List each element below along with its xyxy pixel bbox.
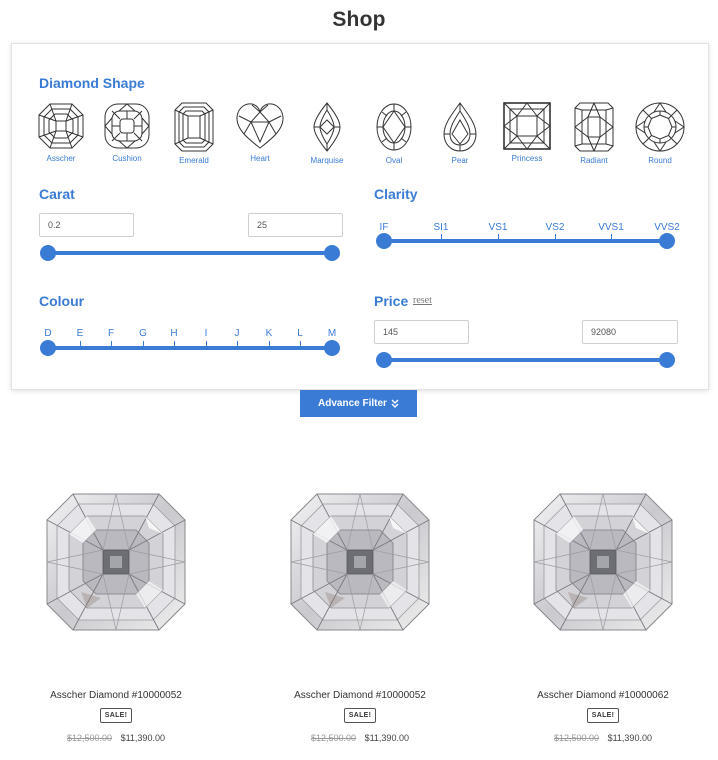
price-max-input[interactable] <box>582 320 678 344</box>
shape-oval[interactable]: Oval <box>364 102 424 165</box>
product-name[interactable]: Asscher Diamond #10000062 <box>513 690 693 701</box>
marquise-shape-icon <box>313 102 341 152</box>
clarity-grade-label: VS1 <box>488 222 508 233</box>
princess-shape-icon <box>503 102 551 150</box>
shape-label: Radiant <box>580 156 608 165</box>
sale-price: $11,390.00 <box>607 733 652 743</box>
price-title: Price <box>374 293 409 309</box>
asscher-shape-icon <box>38 103 84 149</box>
product-card[interactable]: Asscher Diamond #10000052 SALE! $12,500.… <box>270 488 450 743</box>
original-price: $12,500.00 <box>554 733 600 743</box>
shape-heart[interactable]: Heart <box>230 102 290 163</box>
original-price: $12,500.00 <box>311 733 357 743</box>
price-min-input[interactable] <box>374 320 469 344</box>
product-card[interactable]: Asscher Diamond #10000052 SALE! $12,500.… <box>26 488 206 743</box>
shape-label: Asscher <box>46 154 76 163</box>
round-shape-icon <box>635 102 685 152</box>
heart-shape-icon <box>236 103 284 149</box>
product-price: $12,500.00 $11,390.00 <box>270 733 450 743</box>
shape-label: Round <box>648 156 672 165</box>
shape-radiant[interactable]: Radiant <box>564 102 624 165</box>
radiant-shape-icon <box>574 102 614 152</box>
product-name[interactable]: Asscher Diamond #10000052 <box>26 690 206 701</box>
cushion-shape-icon <box>104 103 150 149</box>
clarity-title: Clarity <box>374 186 418 202</box>
shape-pear[interactable]: Pear <box>430 102 490 165</box>
price-slider-track[interactable] <box>384 358 668 362</box>
product-price: $12,500.00 $11,390.00 <box>26 733 206 743</box>
sale-badge: SALE! <box>99 708 133 723</box>
carat-slider-track[interactable] <box>48 251 334 255</box>
emerald-shape-icon <box>174 102 214 152</box>
carat-min-handle[interactable] <box>40 245 56 261</box>
price-reset-link[interactable]: reset <box>413 295 432 306</box>
colour-title: Colour <box>39 293 85 309</box>
advance-filter-label: Advance Filter <box>318 398 387 409</box>
clarity-min-handle[interactable] <box>376 233 392 249</box>
sale-badge: SALE! <box>343 708 377 723</box>
product-name[interactable]: Asscher Diamond #10000052 <box>270 690 450 701</box>
clarity-grade-label: VS2 <box>545 222 565 233</box>
sale-price: $11,390.00 <box>364 733 409 743</box>
clarity-slider-track[interactable] <box>384 239 668 243</box>
clarity-max-handle[interactable] <box>659 233 675 249</box>
shape-label: Princess <box>511 154 543 163</box>
shape-marquise[interactable]: Marquise <box>297 102 357 165</box>
price-max-handle[interactable] <box>659 352 675 368</box>
shape-label: Emerald <box>179 156 209 165</box>
shape-label: Cushion <box>112 154 142 163</box>
original-price: $12,500.00 <box>67 733 113 743</box>
shape-princess[interactable]: Princess <box>497 102 557 163</box>
colour-slider-track[interactable] <box>48 346 334 350</box>
product-card[interactable]: Asscher Diamond #10000062 SALE! $12,500.… <box>513 488 693 743</box>
advance-filter-button[interactable]: Advance Filter <box>300 390 417 417</box>
pear-shape-icon <box>443 102 477 152</box>
product-price: $12,500.00 $11,390.00 <box>513 733 693 743</box>
clarity-grade-label: IF <box>379 222 389 233</box>
colour-grade-label: M <box>327 328 337 339</box>
diamond-image[interactable] <box>528 488 678 636</box>
clarity-grade-label: VVS1 <box>598 222 624 233</box>
filter-panel: Diamond Shape Asscher Cushion Emerald He… <box>11 43 709 390</box>
sale-badge: SALE! <box>586 708 620 723</box>
carat-max-handle[interactable] <box>324 245 340 261</box>
shape-asscher[interactable]: Asscher <box>31 102 91 163</box>
shape-label: Heart <box>250 154 270 163</box>
carat-max-input[interactable] <box>248 213 343 237</box>
colour-max-handle[interactable] <box>324 340 340 356</box>
diamond-image[interactable] <box>41 488 191 636</box>
price-min-handle[interactable] <box>376 352 392 368</box>
clarity-grade-label: VVS2 <box>654 222 680 233</box>
shape-label: Marquise <box>310 156 344 165</box>
page-title: Shop <box>332 8 386 31</box>
shape-emerald[interactable]: Emerald <box>164 102 224 165</box>
shape-label: Oval <box>385 156 403 165</box>
diamond-image[interactable] <box>285 488 435 636</box>
sale-price: $11,390.00 <box>120 733 165 743</box>
diamond-shape-title: Diamond Shape <box>39 75 145 91</box>
colour-min-handle[interactable] <box>40 340 56 356</box>
carat-min-input[interactable] <box>39 213 134 237</box>
oval-shape-icon <box>376 103 412 151</box>
carat-title: Carat <box>39 186 75 202</box>
double-chevron-down-icon <box>391 399 399 408</box>
shape-round[interactable]: Round <box>630 102 690 165</box>
shape-label: Pear <box>451 156 469 165</box>
clarity-grade-label: SI1 <box>433 222 449 233</box>
shape-cushion[interactable]: Cushion <box>97 102 157 163</box>
